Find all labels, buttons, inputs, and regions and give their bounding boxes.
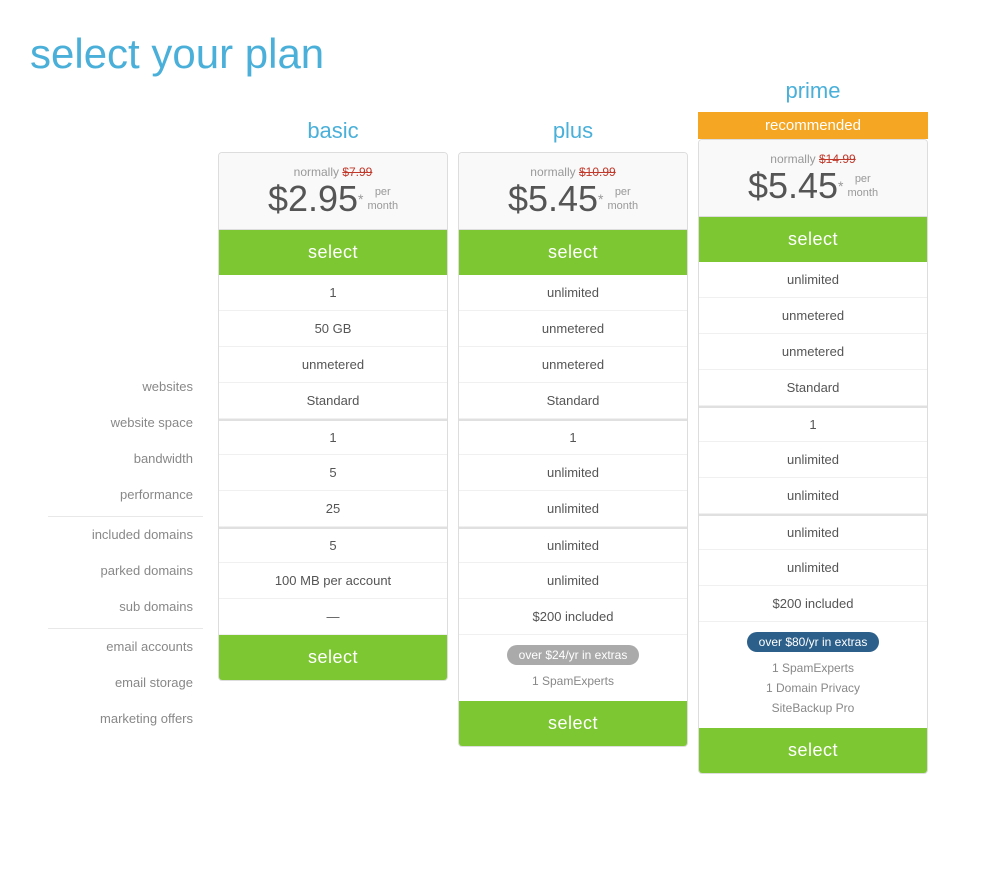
plan-select-bottom-prime[interactable]: select bbox=[699, 728, 927, 773]
plan-pricing-plus: normally $10.99$5.45 *per month bbox=[459, 153, 687, 230]
feature-val-plus-included-domains: 1 bbox=[459, 419, 687, 455]
plan-normally-basic: normally $7.99 bbox=[229, 165, 437, 179]
feature-val-prime-websites: unlimited bbox=[699, 262, 927, 298]
feature-val-plus-email-accounts: unlimited bbox=[459, 527, 687, 563]
feature-val-plus-email-storage: unlimited bbox=[459, 563, 687, 599]
feature-label-marketing-offers: marketing offers bbox=[48, 700, 203, 736]
plan-card-basic: normally $7.99$2.95 *per monthselect150 … bbox=[218, 152, 448, 681]
feature-val-prime-parked-domains: unlimited bbox=[699, 442, 927, 478]
feature-val-plus-parked-domains: unlimited bbox=[459, 455, 687, 491]
plan-pricing-basic: normally $7.99$2.95 *per month bbox=[219, 153, 447, 230]
plan-select-top-prime[interactable]: select bbox=[699, 217, 927, 262]
feature-val-basic-performance: Standard bbox=[219, 383, 447, 419]
plan-extras-plus: over $24/yr in extras 1 SpamExperts bbox=[459, 635, 687, 701]
feature-val-prime-email-storage: unlimited bbox=[699, 550, 927, 586]
extras-badge-plus: over $24/yr in extras bbox=[507, 645, 640, 665]
plan-col-plus: plusnormally $10.99$5.45 *per monthselec… bbox=[458, 108, 688, 747]
feature-val-prime-bandwidth: unmetered bbox=[699, 334, 927, 370]
feature-val-plus-website-space: unmetered bbox=[459, 311, 687, 347]
plan-select-bottom-plus[interactable]: select bbox=[459, 701, 687, 746]
extras-item-prime-0: 1 SpamExperts bbox=[707, 658, 919, 678]
feature-val-plus-sub-domains: unlimited bbox=[459, 491, 687, 527]
feature-label-websites: websites bbox=[48, 368, 203, 404]
feature-val-plus-bandwidth: unmetered bbox=[459, 347, 687, 383]
feature-val-basic-bandwidth: unmetered bbox=[219, 347, 447, 383]
plan-price-asterisk-plus: * bbox=[598, 191, 603, 207]
plan-name-basic: basic bbox=[218, 108, 448, 152]
extras-badge-prime: over $80/yr in extras bbox=[747, 632, 880, 652]
feature-labels: websiteswebsite spacebandwidthperformanc… bbox=[48, 108, 213, 736]
plan-features-plus: unlimitedunmeteredunmeteredStandard1unli… bbox=[459, 275, 687, 635]
plan-price-asterisk-prime: * bbox=[838, 178, 843, 194]
extras-item-prime-2: SiteBackup Pro bbox=[707, 698, 919, 718]
feature-label-website-space: website space bbox=[48, 404, 203, 440]
feature-label-email-storage: email storage bbox=[48, 664, 203, 700]
feature-val-prime-marketing-offers: $200 included bbox=[699, 586, 927, 622]
feature-label-parked-domains: parked domains bbox=[48, 552, 203, 588]
plan-price-asterisk-basic: * bbox=[358, 191, 363, 207]
plan-per-basic: per month bbox=[367, 185, 398, 214]
plan-extras-prime: over $80/yr in extras 1 SpamExperts1 Doma… bbox=[699, 622, 927, 728]
feature-label-performance: performance bbox=[48, 476, 203, 512]
feature-val-plus-websites: unlimited bbox=[459, 275, 687, 311]
feature-val-basic-marketing-offers: — bbox=[219, 599, 447, 635]
plan-recommended-badge: recommended bbox=[698, 112, 928, 139]
feature-label-sub-domains: sub domains bbox=[48, 588, 203, 624]
feature-val-plus-performance: Standard bbox=[459, 383, 687, 419]
feature-label-included-domains: included domains bbox=[48, 516, 203, 552]
feature-val-basic-website-space: 50 GB bbox=[219, 311, 447, 347]
feature-label-email-accounts: email accounts bbox=[48, 628, 203, 664]
feature-val-basic-sub-domains: 25 bbox=[219, 491, 447, 527]
feature-val-prime-included-domains: 1 bbox=[699, 406, 927, 442]
feature-val-prime-website-space: unmetered bbox=[699, 298, 927, 334]
feature-val-basic-parked-domains: 5 bbox=[219, 455, 447, 491]
feature-val-basic-email-accounts: 5 bbox=[219, 527, 447, 563]
plan-select-bottom-basic[interactable]: select bbox=[219, 635, 447, 680]
feature-val-prime-email-accounts: unlimited bbox=[699, 514, 927, 550]
plan-normally-prime: normally $14.99 bbox=[709, 152, 917, 166]
feature-val-prime-sub-domains: unlimited bbox=[699, 478, 927, 514]
plan-normally-plus: normally $10.99 bbox=[469, 165, 677, 179]
plan-col-basic: basicnormally $7.99$2.95 *per monthselec… bbox=[218, 108, 448, 681]
plan-name-plus: plus bbox=[458, 108, 688, 152]
plan-per-plus: per month bbox=[607, 185, 638, 214]
plan-name-prime: prime bbox=[698, 68, 928, 112]
extras-item-prime-1: 1 Domain Privacy bbox=[707, 678, 919, 698]
feature-val-basic-email-storage: 100 MB per account bbox=[219, 563, 447, 599]
feature-val-basic-websites: 1 bbox=[219, 275, 447, 311]
feature-val-basic-included-domains: 1 bbox=[219, 419, 447, 455]
feature-val-plus-marketing-offers: $200 included bbox=[459, 599, 687, 635]
plan-per-prime: per month bbox=[847, 172, 878, 201]
plan-card-prime: normally $14.99$5.45 *per monthselectunl… bbox=[698, 139, 928, 774]
plan-pricing-prime: normally $14.99$5.45 *per month bbox=[699, 140, 927, 217]
plan-price-basic: $2.95 bbox=[268, 179, 358, 219]
plan-price-prime: $5.45 bbox=[748, 166, 838, 206]
plan-card-plus: normally $10.99$5.45 *per monthselectunl… bbox=[458, 152, 688, 747]
plan-features-basic: 150 GBunmeteredStandard15255100 MB per a… bbox=[219, 275, 447, 635]
plan-select-top-basic[interactable]: select bbox=[219, 230, 447, 275]
extras-item-plus-0: 1 SpamExperts bbox=[467, 671, 679, 691]
plan-select-top-plus[interactable]: select bbox=[459, 230, 687, 275]
plans-container: websiteswebsite spacebandwidthperformanc… bbox=[20, 108, 961, 774]
feature-label-bandwidth: bandwidth bbox=[48, 440, 203, 476]
plan-features-prime: unlimitedunmeteredunmeteredStandard1unli… bbox=[699, 262, 927, 622]
plan-price-plus: $5.45 bbox=[508, 179, 598, 219]
feature-val-prime-performance: Standard bbox=[699, 370, 927, 406]
plan-col-prime: primerecommendednormally $14.99$5.45 *pe… bbox=[698, 68, 928, 774]
